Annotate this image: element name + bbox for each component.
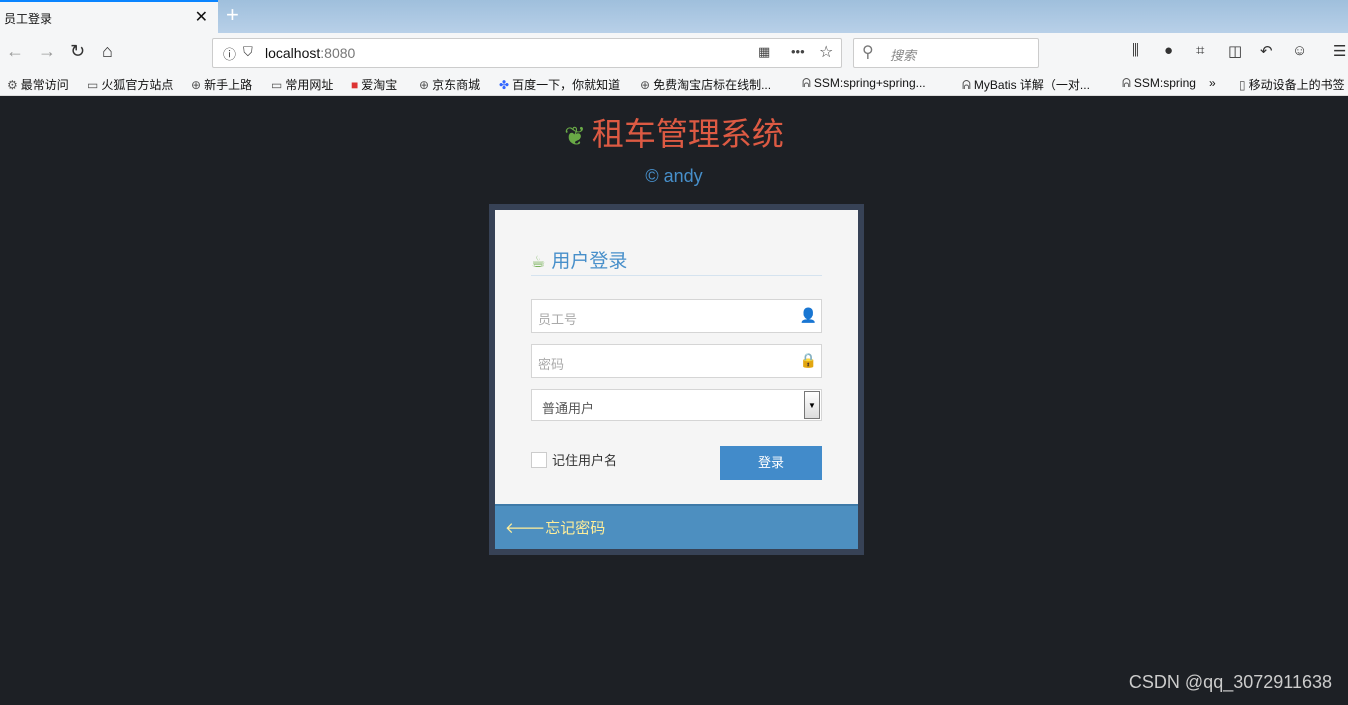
undo-icon[interactable]: ↶ bbox=[1260, 42, 1273, 60]
search-icon: ⚲ bbox=[862, 44, 874, 61]
back-icon[interactable]: ← bbox=[6, 41, 24, 62]
remember-label: 记住用户名 bbox=[552, 453, 618, 468]
search-input[interactable]: ⚲ 搜索 bbox=[853, 38, 1039, 68]
checkbox[interactable] bbox=[531, 451, 547, 468]
bookmark-icon: ᕱ bbox=[962, 78, 971, 92]
forgot-password-link[interactable]: 🡐忘记密码 bbox=[495, 504, 858, 549]
close-tab-icon[interactable]: ✕ bbox=[195, 7, 208, 27]
globe-icon: ⊕ bbox=[640, 78, 651, 92]
chevron-more-icon[interactable]: » bbox=[1209, 76, 1216, 90]
qr-code-icon[interactable]: ▦ bbox=[758, 44, 770, 60]
bookmark[interactable]: ᕱ SSM:spring bbox=[1122, 76, 1204, 91]
globe-icon: ⊕ bbox=[191, 78, 202, 92]
bookmark-icon: ᕱ bbox=[802, 76, 811, 90]
chevron-down-icon[interactable]: ▼ bbox=[804, 391, 820, 419]
bookmark[interactable]: ⚙ 最常访问 bbox=[7, 76, 69, 93]
login-button[interactable]: 登录 bbox=[720, 446, 822, 480]
page-header: ❦ 租车管理系统 © andy bbox=[0, 112, 1348, 187]
new-tab-icon[interactable]: + bbox=[226, 2, 239, 28]
star-icon[interactable]: ☆ bbox=[819, 42, 833, 62]
url-port: :8080 bbox=[320, 45, 356, 61]
login-heading: ☕ 用户登录 bbox=[531, 246, 822, 276]
leaf-icon: ❦ bbox=[564, 121, 586, 151]
role-select[interactable]: 普通用户 ▼ bbox=[531, 389, 822, 421]
sidebar-icon[interactable]: ◫ bbox=[1228, 42, 1242, 60]
tab-title: 员工登录 bbox=[4, 12, 53, 26]
home-icon[interactable]: ⌂ bbox=[102, 41, 113, 62]
bookmark[interactable]: ▭ 常用网址 bbox=[271, 76, 333, 93]
bookmark[interactable]: ⊕ 京东商城 bbox=[419, 76, 480, 93]
url-bar[interactable]: ⓘ ⛉ localhost:8080 ▦ ••• ☆ bbox=[212, 38, 842, 68]
bookmark[interactable]: ✤ 百度一下，你就知道 bbox=[499, 76, 620, 93]
tab-active[interactable]: 员工登录 ✕ bbox=[0, 0, 218, 33]
nav-toolbar: ← → ↻ ⌂ ⓘ ⛉ localhost:8080 ▦ ••• ☆ ⚲ 搜索 ⫼… bbox=[0, 33, 1348, 70]
lock-icon: 🔒 bbox=[799, 352, 817, 368]
bookmark[interactable]: ᕱ SSM:spring+spring... bbox=[802, 76, 926, 91]
reload-icon[interactable]: ↻ bbox=[70, 41, 85, 62]
bookmark[interactable]: ■ 爱淘宝 bbox=[351, 76, 397, 93]
bookmark[interactable]: ᕱ MyBatis 详解（一对... bbox=[962, 76, 1090, 93]
login-box: ☕ 用户登录 员工号 👤 密码 🔒 普通用户 ▼ 记住用户名 登录 🡐忘记密码 bbox=[489, 204, 864, 555]
tab-bar: 员工登录 ✕ + bbox=[0, 0, 1348, 33]
bookmarks-bar: ⚙ 最常访问 ▭ 火狐官方站点 ⊕ 新手上路 ▭ 常用网址 ■ 爱淘宝 ⊕ 京东商城 ✤ 百度… bbox=[0, 70, 1348, 96]
coffee-icon: ☕ bbox=[531, 254, 546, 271]
copyright: © andy bbox=[645, 166, 703, 186]
search-placeholder: 搜索 bbox=[890, 48, 917, 63]
user-icon: 👤 bbox=[799, 307, 817, 323]
menu-icon[interactable]: ☰ bbox=[1333, 42, 1346, 60]
bookmark-icon: ᕱ bbox=[1122, 76, 1131, 90]
baidu-icon: ✤ bbox=[499, 78, 510, 92]
folder-icon: ▭ bbox=[271, 78, 283, 92]
arrow-left-icon: 🡐 bbox=[505, 520, 546, 537]
page-title: 租车管理系统 bbox=[591, 116, 784, 152]
bookmark[interactable]: ▭ 火狐官方站点 bbox=[87, 76, 173, 93]
bookmark[interactable]: ⊕ 新手上路 bbox=[191, 76, 252, 93]
folder-icon: ▭ bbox=[87, 78, 99, 92]
account-icon[interactable]: ☺ bbox=[1292, 42, 1307, 59]
info-icon[interactable]: ⓘ bbox=[223, 44, 236, 63]
forward-icon[interactable]: → bbox=[38, 41, 56, 62]
taobao-icon: ■ bbox=[351, 78, 359, 92]
mobile-icon: ▯ bbox=[1239, 78, 1246, 92]
gear-icon: ⚙ bbox=[7, 78, 18, 92]
library-icon[interactable]: ⫼ bbox=[1132, 42, 1139, 59]
bookmark[interactable]: ▯ 移动设备上的书签 bbox=[1239, 76, 1345, 93]
bookmark[interactable]: ⊕ 免费淘宝店标在线制... bbox=[640, 76, 771, 93]
chat-icon[interactable]: ● bbox=[1164, 42, 1173, 59]
more-icon[interactable]: ••• bbox=[791, 44, 805, 59]
remember-checkbox[interactable]: 记住用户名 bbox=[531, 450, 617, 469]
shield-icon[interactable]: ⛉ bbox=[243, 44, 253, 60]
password-input[interactable]: 密码 🔒 bbox=[531, 344, 822, 378]
crop-icon[interactable]: ⌗ bbox=[1196, 42, 1204, 59]
url-host: localhost bbox=[265, 45, 321, 61]
globe-icon: ⊕ bbox=[419, 78, 430, 92]
username-input[interactable]: 员工号 👤 bbox=[531, 299, 822, 333]
watermark: CSDN @qq_3072911638 bbox=[1128, 672, 1332, 692]
